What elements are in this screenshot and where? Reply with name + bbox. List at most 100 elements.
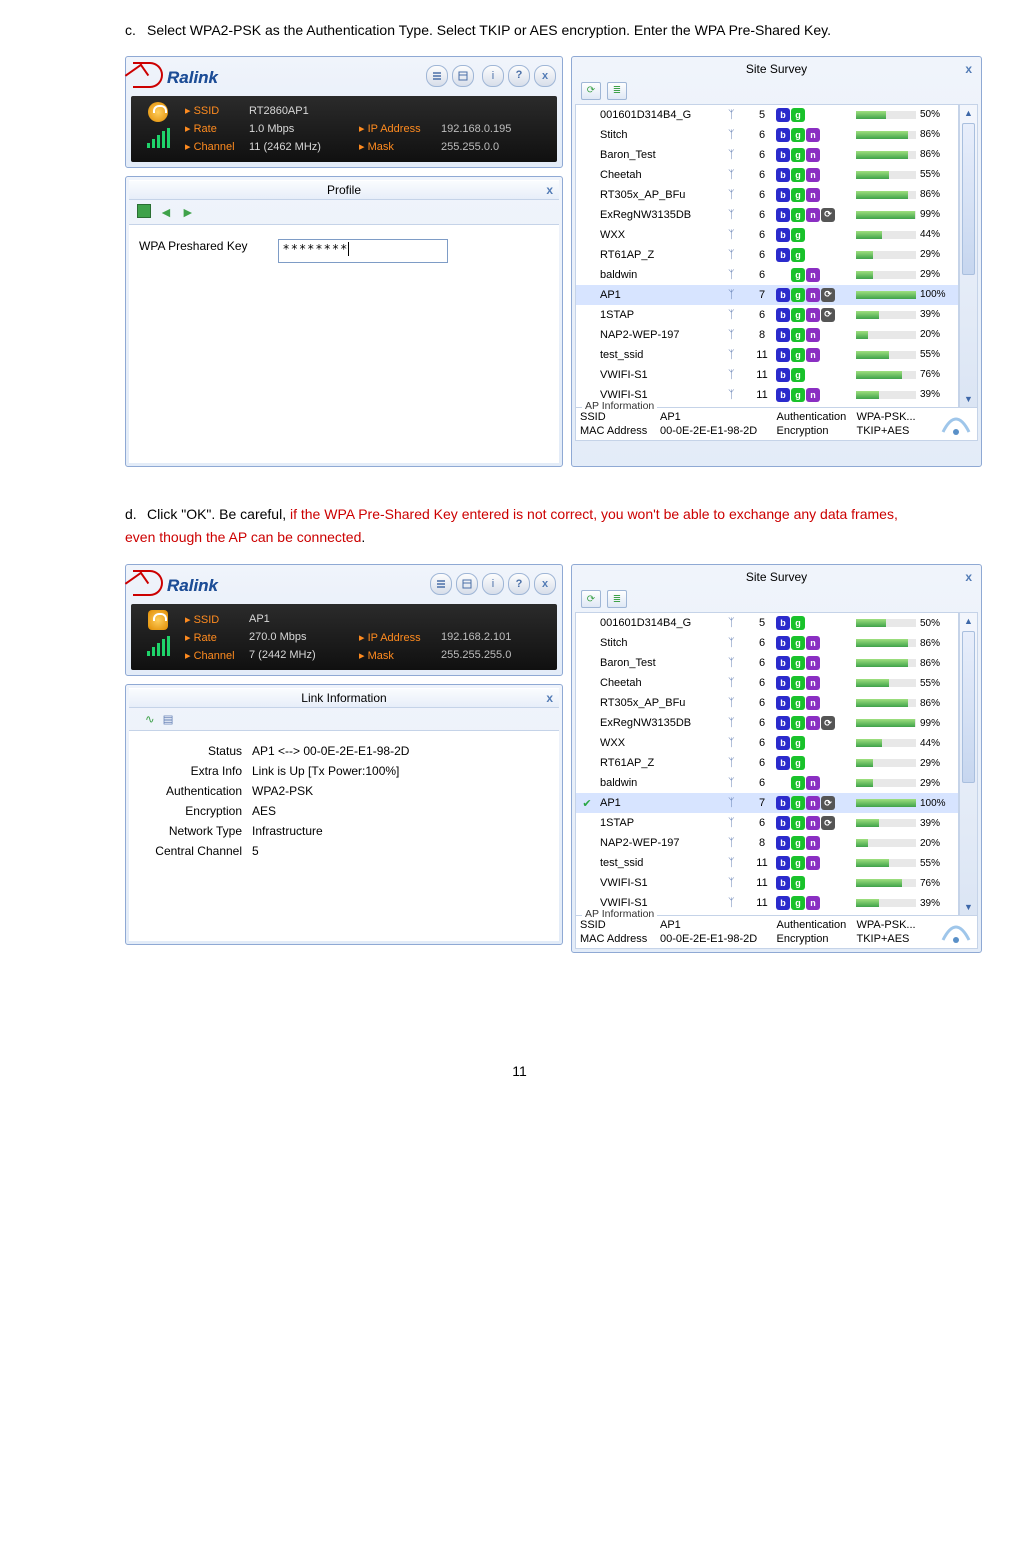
antenna-icon: ᛉ — [728, 229, 748, 241]
prev-icon[interactable]: ◄ — [159, 204, 173, 220]
toolbar-list-icon[interactable] — [456, 573, 478, 595]
toolbar-help-button[interactable]: ? — [508, 573, 530, 595]
antenna-icon: ᛉ — [728, 817, 748, 829]
brand-text: Ralink — [167, 576, 218, 596]
close-icon[interactable]: x — [965, 62, 972, 76]
list-item[interactable]: RT305x_AP_BFuᛉ6bgn86% — [576, 185, 958, 205]
antenna-icon: ᛉ — [728, 189, 748, 201]
wireless-icon — [939, 412, 973, 438]
list-item[interactable]: ✔AP1ᛉ7bgn⟳100% — [576, 793, 958, 813]
antenna-icon: ᛉ — [728, 657, 748, 669]
psk-input[interactable]: ******** — [278, 239, 448, 263]
toolbar-menu-icon[interactable] — [426, 65, 448, 87]
status-panel: SSIDAP1 Rate270.0 MbpsIP Address192.168.… — [131, 604, 557, 670]
list-item[interactable]: NAP2-WEP-197ᛉ8bgn20% — [576, 325, 958, 345]
list-item[interactable]: Baron_Testᛉ6bgn86% — [576, 145, 958, 165]
ralink-status-window-profile: Ralink i ? x SSIDRT2860AP1 — [125, 56, 563, 168]
antenna-icon: ᛉ — [728, 877, 748, 889]
lock-closed-icon — [148, 610, 168, 630]
site-survey-window-1: Site Survey x ⟳ ≣ 001601D314B4_Gᛉ5bg50%St… — [571, 56, 982, 467]
antenna-icon: ᛉ — [728, 369, 748, 381]
scrollbar[interactable]: ▲▼ — [959, 612, 978, 916]
profile-window: Profilex ◄ ► WPA Preshared Key ******** — [125, 176, 563, 467]
antenna-icon: ᛉ — [728, 797, 748, 809]
list-item[interactable]: 1STAPᛉ6bgn⟳39% — [576, 813, 958, 833]
list-item[interactable]: ExRegNW3135DBᛉ6bgn⟳99% — [576, 205, 958, 225]
list-item[interactable]: Stitchᛉ6bgn86% — [576, 633, 958, 653]
list-item[interactable]: NAP2-WEP-197ᛉ8bgn20% — [576, 833, 958, 853]
list-item[interactable]: RT61AP_Zᛉ6bg29% — [576, 245, 958, 265]
antenna-icon: ᛉ — [728, 837, 748, 849]
list-item[interactable]: WXXᛉ6bg44% — [576, 225, 958, 245]
screenshot-row-2: Ralink i ? x SSIDAP1 Rate270. — [125, 564, 914, 953]
antenna-icon: ᛉ — [728, 857, 748, 869]
list-icon[interactable]: ≣ — [607, 82, 627, 100]
list-item[interactable]: RT305x_AP_BFuᛉ6bgn86% — [576, 693, 958, 713]
list-icon[interactable]: ≣ — [607, 590, 627, 608]
activity-icon[interactable]: ∿ — [145, 712, 155, 726]
list-item[interactable]: Cheetahᛉ6bgn55% — [576, 673, 958, 693]
refresh-icon[interactable]: ⟳ — [581, 82, 601, 100]
list-item[interactable]: Baron_Testᛉ6bgn86% — [576, 653, 958, 673]
site-survey-window-2: Site Survey x ⟳ ≣ 001601D314B4_Gᛉ5bg50%St… — [571, 564, 982, 953]
toolbar-list-icon[interactable] — [452, 65, 474, 87]
list-item[interactable]: 1STAPᛉ6bgn⟳39% — [576, 305, 958, 325]
list-item[interactable]: AP1ᛉ7bgn⟳100% — [576, 285, 958, 305]
close-icon[interactable]: x — [965, 570, 972, 584]
toolbar-info-icon[interactable]: i — [482, 65, 504, 87]
antenna-icon: ᛉ — [728, 717, 748, 729]
refresh-icon[interactable]: ⟳ — [581, 590, 601, 608]
list-item[interactable]: test_ssidᛉ11bgn55% — [576, 853, 958, 873]
list-item[interactable]: Cheetahᛉ6bgn55% — [576, 165, 958, 185]
site-survey-list[interactable]: 001601D314B4_Gᛉ5bg50%Stitchᛉ6bgn86%Baron… — [575, 612, 959, 916]
antenna-icon: ᛉ — [728, 169, 748, 181]
ralink-logo-icon — [133, 570, 163, 596]
signal-bars-icon — [147, 636, 170, 656]
site-survey-title: Site Survey — [746, 62, 807, 76]
list-item[interactable]: VWIFI-S1ᛉ11bg76% — [576, 365, 958, 385]
toolbar-close-button[interactable]: x — [534, 65, 556, 87]
list-item[interactable]: baldwinᛉ6gn29% — [576, 265, 958, 285]
ap-information: AP Information SSIDAP1 MAC Address00-0E-… — [575, 916, 978, 949]
toolbar-menu-icon[interactable] — [430, 573, 452, 595]
ralink-logo-icon — [133, 62, 163, 88]
list-item[interactable]: RT61AP_Zᛉ6bg29% — [576, 753, 958, 773]
check-icon: ✔ — [576, 797, 598, 810]
list-item[interactable]: WXXᛉ6bg44% — [576, 733, 958, 753]
antenna-icon: ᛉ — [728, 737, 748, 749]
antenna-icon: ᛉ — [728, 757, 748, 769]
antenna-icon: ᛉ — [728, 329, 748, 341]
list-item[interactable]: 001601D314B4_Gᛉ5bg50% — [576, 613, 958, 633]
antenna-icon: ᛉ — [728, 897, 748, 909]
list-item[interactable]: Stitchᛉ6bgn86% — [576, 125, 958, 145]
list-item[interactable]: test_ssidᛉ11bgn55% — [576, 345, 958, 365]
profile-title: Profilex — [129, 180, 559, 200]
list-item[interactable]: baldwinᛉ6gn29% — [576, 773, 958, 793]
link-title: Link Informationx — [129, 688, 559, 708]
ralink-status-window-link: Ralink i ? x SSIDAP1 Rate270. — [125, 564, 563, 676]
antenna-icon: ᛉ — [728, 777, 748, 789]
antenna-icon: ᛉ — [728, 249, 748, 261]
step-d-text: d.Click "OK". Be careful, if the WPA Pre… — [125, 503, 914, 551]
doc-icon[interactable]: ▤ — [163, 712, 174, 726]
antenna-icon: ᛉ — [728, 349, 748, 361]
screenshot-row-1: Ralink i ? x SSIDRT2860AP1 — [125, 56, 914, 467]
brand-text: Ralink — [167, 68, 218, 88]
toolbar-close-button[interactable]: x — [534, 573, 556, 595]
list-item[interactable]: ExRegNW3135DBᛉ6bgn⟳99% — [576, 713, 958, 733]
step-c-text: c.Select WPA2-PSK as the Authentication … — [125, 20, 914, 42]
next-icon[interactable]: ► — [181, 204, 195, 220]
close-icon[interactable]: x — [546, 183, 553, 197]
list-item[interactable]: 001601D314B4_Gᛉ5bg50% — [576, 105, 958, 125]
antenna-icon: ᛉ — [728, 309, 748, 321]
list-item[interactable]: VWIFI-S1ᛉ11bg76% — [576, 873, 958, 893]
close-icon[interactable]: x — [546, 691, 553, 705]
toolbar-help-button[interactable]: ? — [508, 65, 530, 87]
toolbar-info-icon[interactable]: i — [482, 573, 504, 595]
site-survey-title: Site Survey — [746, 570, 807, 584]
stop-icon[interactable] — [137, 204, 151, 218]
scrollbar[interactable]: ▲▼ — [959, 104, 978, 408]
site-survey-list[interactable]: 001601D314B4_Gᛉ5bg50%Stitchᛉ6bgn86%Baron… — [575, 104, 959, 408]
antenna-icon: ᛉ — [728, 637, 748, 649]
antenna-icon: ᛉ — [728, 389, 748, 401]
